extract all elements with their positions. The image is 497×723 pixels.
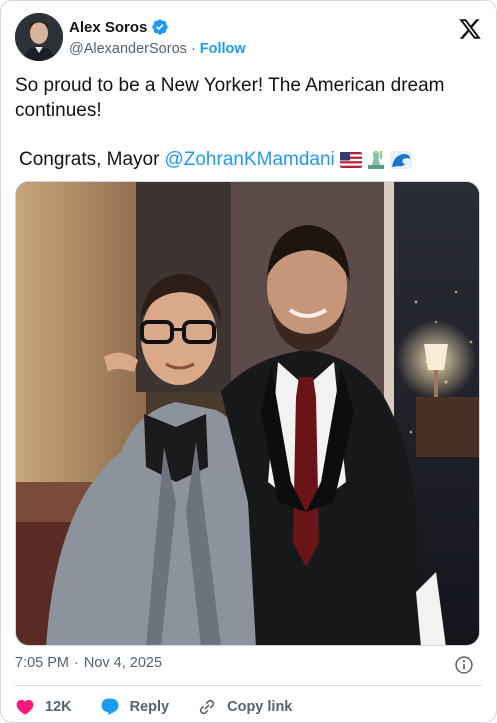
avatar[interactable]	[15, 13, 63, 61]
info-icon[interactable]	[454, 655, 474, 675]
tweet-text: So proud to be a New Yorker! The America…	[15, 75, 445, 121]
tweet-date: Nov 4, 2025	[83, 655, 163, 671]
meta-separator: ·	[74, 655, 79, 671]
user-handle[interactable]: @AlexanderSoros	[69, 41, 187, 57]
like-button[interactable]: 12K	[15, 697, 72, 717]
reply-label: Reply	[129, 699, 170, 715]
copy-link-label: Copy link	[227, 699, 293, 715]
tweet-timestamp[interactable]: 7:05 PM · Nov 4, 2025	[15, 655, 162, 671]
separator-dot: ·	[190, 41, 196, 57]
emoji-group	[339, 150, 412, 169]
congrats-text: Congrats, Mayor	[19, 149, 160, 170]
link-icon	[199, 699, 215, 715]
tweet-time: 7:05 PM	[15, 655, 69, 671]
reply-bubble-icon	[101, 698, 119, 716]
statue-of-liberty-emoji-icon	[367, 150, 384, 169]
mention-link[interactable]: @ZohranKMamdani	[164, 147, 334, 172]
user-names: Alex Soros @AlexanderSoros · Follow	[69, 17, 246, 59]
likes-count: 12K	[45, 699, 72, 715]
display-name[interactable]: Alex Soros	[69, 19, 147, 36]
wave-emoji-icon	[389, 150, 412, 169]
divider	[15, 685, 482, 686]
tweet-photo[interactable]	[15, 181, 480, 646]
copy-link-button[interactable]: Copy link	[197, 697, 292, 717]
tweet-header: Alex Soros @AlexanderSoros · Follow	[15, 13, 482, 63]
tweet-actions: 12K Reply Copy link	[15, 695, 320, 719]
follow-button[interactable]: Follow	[200, 41, 246, 57]
us-flag-emoji-icon	[339, 151, 362, 168]
x-logo-icon[interactable]	[458, 17, 482, 41]
reply-button[interactable]: Reply	[100, 697, 170, 717]
verified-badge-icon	[152, 19, 169, 35]
tweet-text-line2: Congrats, Mayor @ZohranKMamdani	[19, 147, 412, 172]
tweet-embed-card: Alex Soros @AlexanderSoros · Follow So p…	[0, 0, 497, 723]
heart-icon	[16, 699, 34, 715]
